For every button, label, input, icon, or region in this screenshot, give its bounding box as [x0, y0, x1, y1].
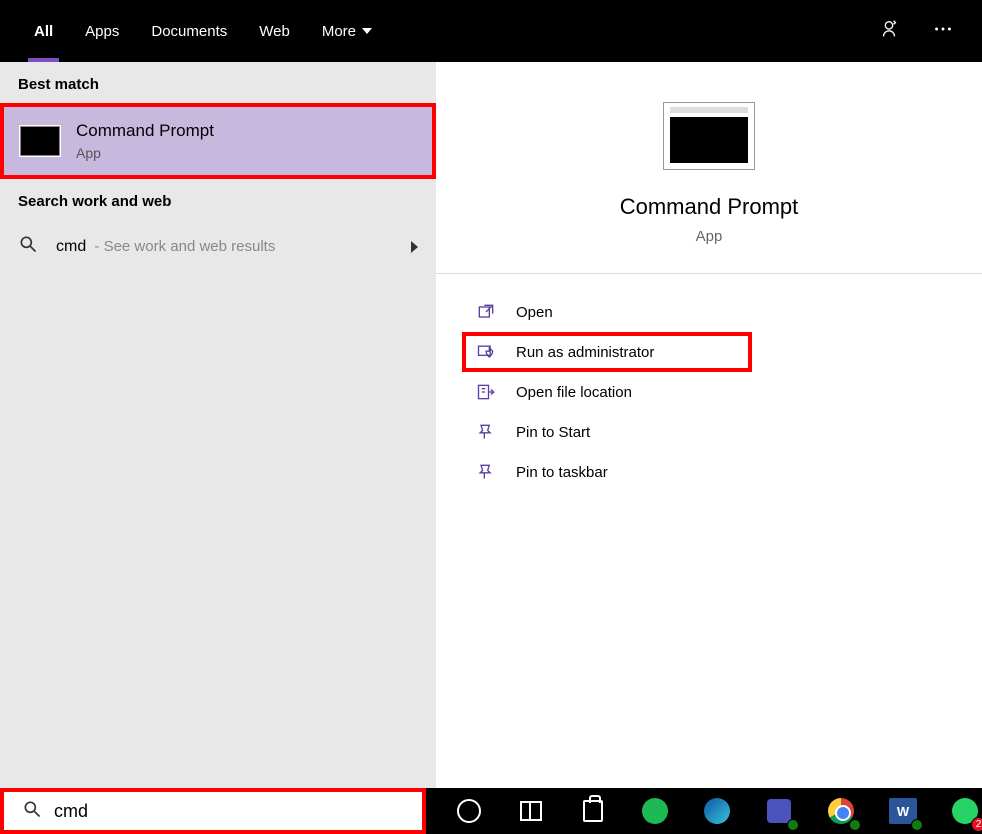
preview-app-icon [663, 102, 755, 170]
chevron-down-icon [362, 28, 372, 34]
search-tabs-bar: All Apps Documents Web More [0, 0, 982, 62]
best-match-item[interactable]: Command Prompt App [0, 103, 436, 179]
search-web-hint: - See work and web results [90, 238, 275, 255]
results-preview-pane: Command Prompt App Open Run as administr… [436, 62, 982, 788]
chrome-icon[interactable] [824, 794, 858, 828]
action-open[interactable]: Open [436, 292, 982, 332]
search-box[interactable] [0, 788, 426, 834]
word-icon[interactable]: W [886, 794, 920, 828]
best-match-heading: Best match [0, 62, 436, 103]
preview-subtitle: App [696, 228, 723, 245]
action-pin-start[interactable]: Pin to Start [436, 412, 982, 452]
action-pin-taskbar-label: Pin to taskbar [516, 464, 608, 481]
spotify-icon[interactable] [638, 794, 672, 828]
search-icon [18, 234, 38, 259]
teams-icon[interactable] [762, 794, 796, 828]
command-prompt-icon [20, 126, 60, 156]
results-left-pane: Best match Command Prompt App Search wor… [0, 62, 436, 788]
best-match-subtitle: App [76, 145, 214, 161]
action-run-admin-highlight: Run as administrator [462, 332, 752, 372]
whatsapp-icon[interactable]: 2 [948, 794, 982, 828]
tab-web[interactable]: Web [243, 0, 306, 62]
tab-more[interactable]: More [306, 0, 388, 62]
taskbar-icons: W 2 [452, 794, 982, 828]
taskbar: W 2 [0, 788, 982, 834]
edge-icon[interactable] [700, 794, 734, 828]
search-web-query: cmd [56, 238, 86, 255]
feedback-icon[interactable] [878, 18, 900, 45]
search-web-left: cmd - See work and web results [18, 234, 275, 259]
search-input[interactable] [54, 795, 422, 827]
tabs-right-group [878, 18, 954, 45]
store-icon[interactable] [576, 794, 610, 828]
results-body: Best match Command Prompt App Search wor… [0, 62, 982, 788]
action-run-admin-label: Run as administrator [516, 344, 654, 361]
preview-title: Command Prompt [620, 194, 799, 220]
action-open-location-label: Open file location [516, 384, 632, 401]
action-pin-start-label: Pin to Start [516, 424, 590, 441]
search-icon [22, 799, 42, 824]
cortana-icon[interactable] [452, 794, 486, 828]
action-open-label: Open [516, 304, 553, 321]
search-web-item[interactable]: cmd - See work and web results [0, 220, 436, 273]
tab-apps[interactable]: Apps [69, 0, 135, 62]
search-web-heading: Search work and web [0, 179, 436, 220]
notification-badge: 2 [971, 817, 982, 832]
more-options-icon[interactable] [932, 18, 954, 45]
action-pin-taskbar[interactable]: Pin to taskbar [436, 452, 982, 492]
chevron-right-icon [411, 241, 418, 253]
tab-more-label: More [322, 23, 356, 40]
action-run-admin[interactable]: Run as administrator [476, 342, 734, 362]
task-view-icon[interactable] [514, 794, 548, 828]
tabs-group: All Apps Documents Web More [18, 0, 388, 62]
action-open-location[interactable]: Open file location [436, 372, 982, 412]
search-web-text: cmd - See work and web results [56, 238, 275, 256]
tab-all[interactable]: All [18, 0, 69, 62]
tab-documents[interactable]: Documents [135, 0, 243, 62]
best-match-title: Command Prompt [76, 121, 214, 141]
best-match-texts: Command Prompt App [76, 121, 214, 161]
preview-actions: Open Run as administrator Open file loca… [436, 274, 982, 492]
